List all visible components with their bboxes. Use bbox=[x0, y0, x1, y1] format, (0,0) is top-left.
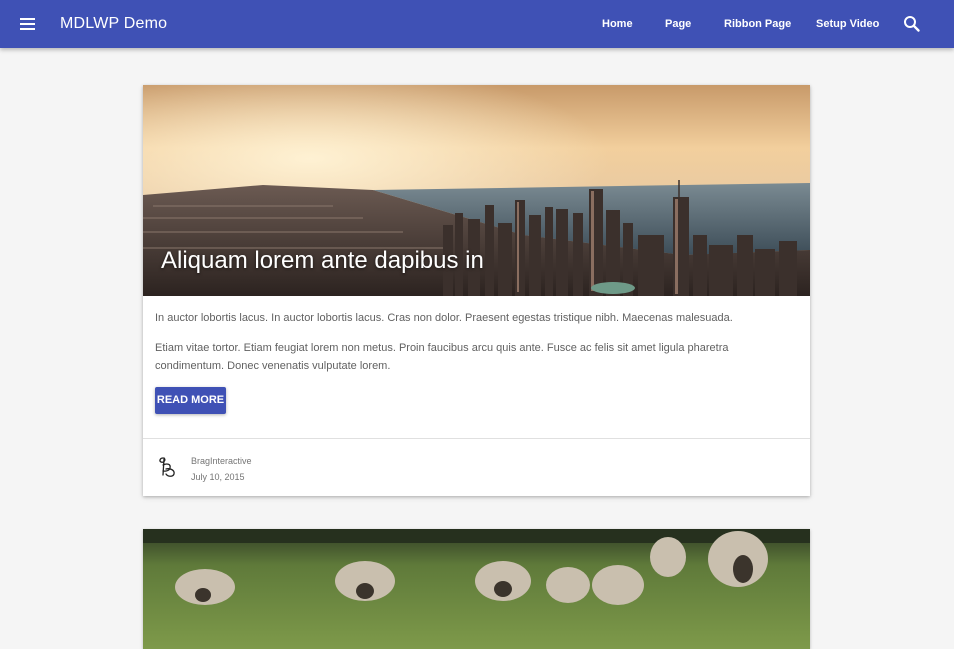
post-excerpt-paragraph-2: Etiam vitae tortor. Etiam feugiat lorem … bbox=[155, 342, 729, 372]
search-icon[interactable] bbox=[902, 14, 922, 34]
post-title[interactable]: Aliquam lorem ante dapibus in bbox=[161, 247, 484, 275]
author-name[interactable]: BragInteractive bbox=[191, 456, 252, 466]
next-post-card bbox=[143, 529, 810, 649]
nav-setup-video[interactable]: Setup Video bbox=[816, 18, 879, 30]
next-post-featured-image[interactable] bbox=[143, 529, 810, 649]
nav-home[interactable]: Home bbox=[602, 18, 633, 30]
post-date: July 10, 2015 bbox=[191, 472, 245, 482]
read-more-button[interactable]: READ MORE bbox=[155, 387, 226, 414]
author-avatar-icon[interactable] bbox=[157, 455, 179, 479]
post-excerpt-paragraph-1: In auctor lobortis lacus. In auctor lobo… bbox=[155, 312, 733, 324]
nav-page[interactable]: Page bbox=[665, 18, 691, 30]
app-bar: MDLWP Demo Home Page Ribbon Page Setup V… bbox=[0, 0, 954, 48]
card-divider bbox=[143, 438, 810, 439]
hamburger-menu-icon[interactable] bbox=[16, 12, 40, 36]
post-card: Aliquam lorem ante dapibus in In auctor … bbox=[143, 85, 810, 496]
site-title[interactable]: MDLWP Demo bbox=[60, 15, 167, 33]
nav-ribbon-page[interactable]: Ribbon Page bbox=[724, 18, 791, 30]
